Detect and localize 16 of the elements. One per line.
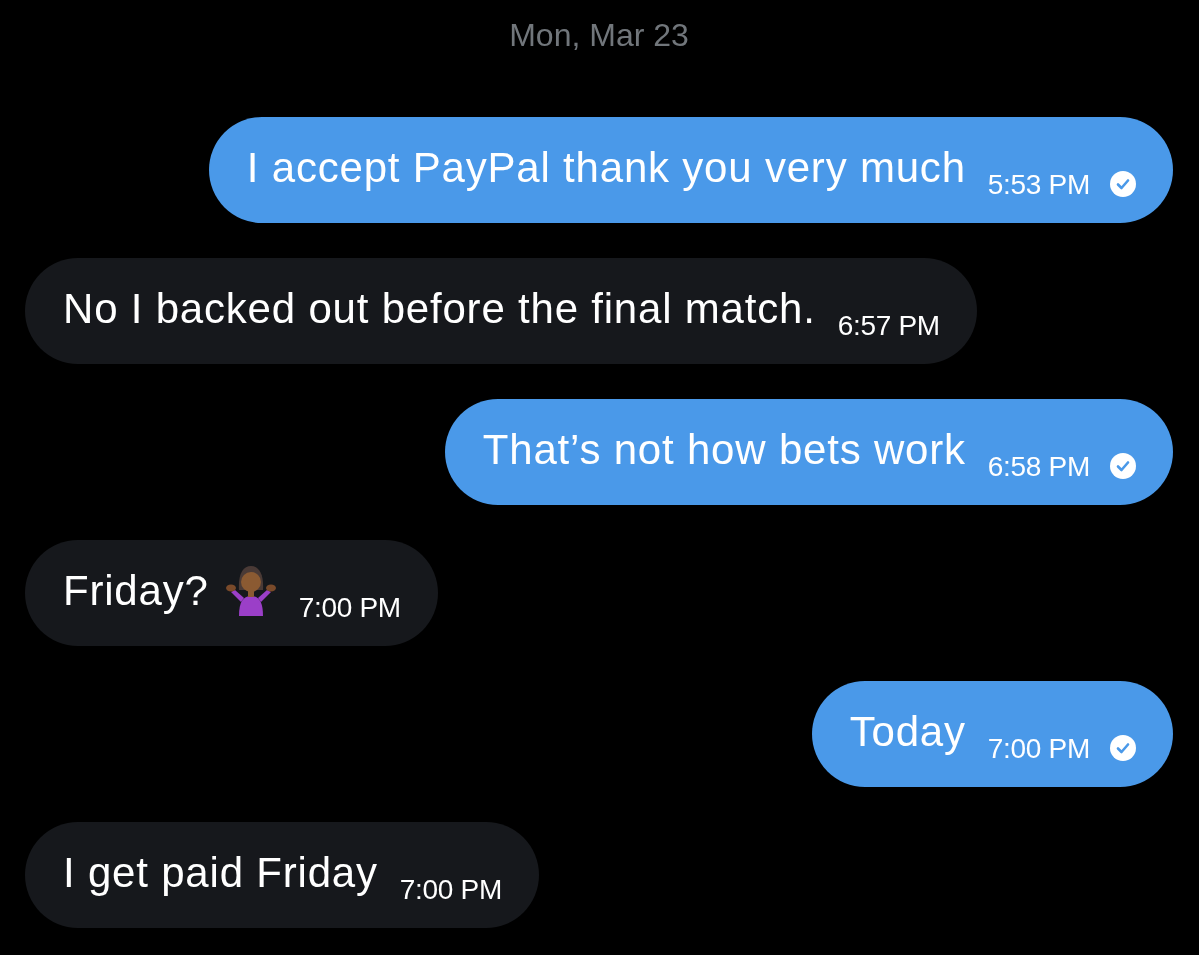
message-text: I accept PayPal thank you very much [246, 144, 966, 192]
date-header: Mon, Mar 23 [509, 16, 689, 54]
check-circle-icon [1110, 171, 1136, 197]
message-text: Today [849, 708, 966, 756]
message-time: 6:57 PM [837, 310, 940, 342]
message-time: 5:53 PM [987, 169, 1090, 201]
message-time: 7:00 PM [298, 592, 401, 624]
message-time: 6:58 PM [987, 451, 1090, 483]
message-text: Friday? [63, 567, 209, 615]
check-circle-icon [1110, 735, 1136, 761]
check-circle-icon [1110, 453, 1136, 479]
message-text: That’s not how bets work [482, 426, 966, 474]
message-time: 7:00 PM [399, 874, 502, 906]
message-time: 7:00 PM [987, 733, 1090, 765]
message-text: I get paid Friday [63, 849, 378, 897]
message-text: No I backed out before the final match. [63, 285, 816, 333]
